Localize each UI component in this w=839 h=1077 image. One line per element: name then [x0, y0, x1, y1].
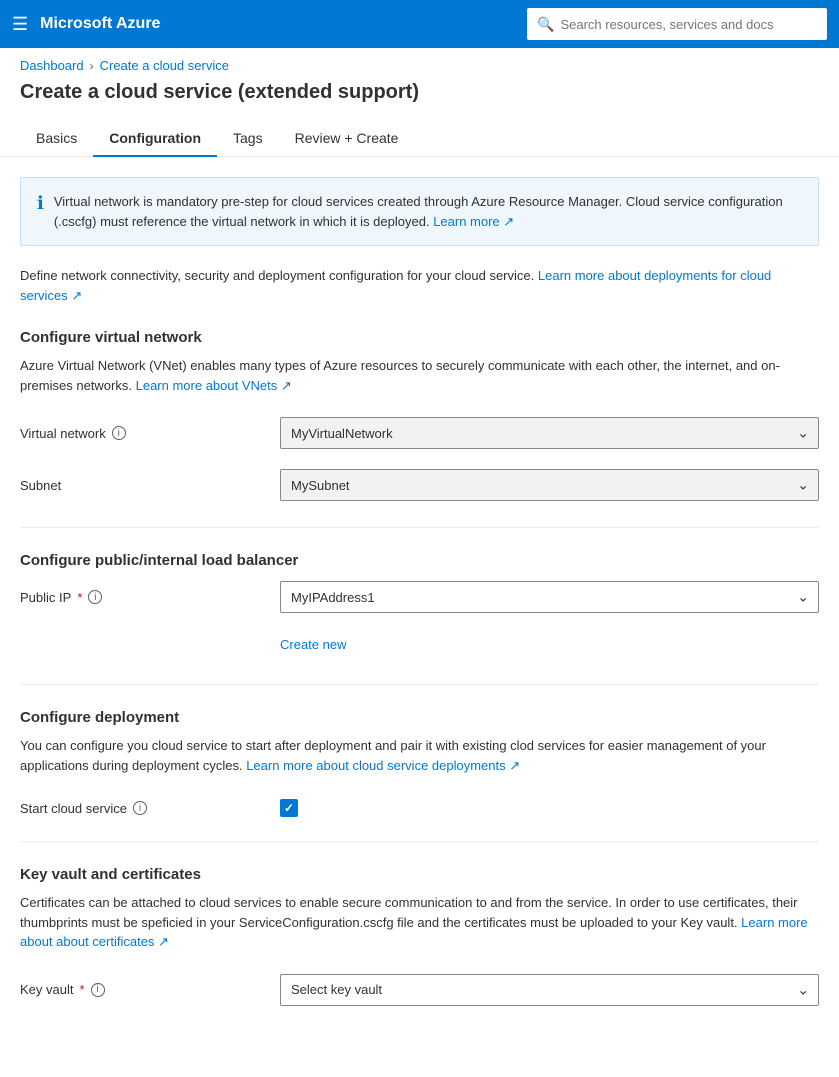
divider-3	[20, 841, 819, 842]
subnet-label: Subnet	[20, 478, 280, 493]
load-balancer-heading: Configure public/internal load balancer	[20, 552, 819, 569]
start-cloud-service-checkbox[interactable]	[280, 799, 298, 817]
tab-bar: Basics Configuration Tags Review + Creat…	[0, 120, 839, 157]
start-cloud-service-label: Start cloud service i	[20, 801, 280, 816]
key-vault-label: Key vault * i	[20, 982, 280, 997]
search-input[interactable]	[560, 17, 817, 32]
deployment-learn-more-link[interactable]: Learn more about cloud service deploymen…	[246, 758, 520, 773]
virtual-network-info-icon[interactable]: i	[112, 426, 126, 440]
divider-2	[20, 684, 819, 685]
breadcrumb: Dashboard › Create a cloud service	[0, 48, 839, 77]
vnet-learn-more-link[interactable]: Learn more about VNets ↗	[136, 378, 292, 393]
virtual-network-label: Virtual network i	[20, 426, 280, 441]
tab-review-create[interactable]: Review + Create	[279, 120, 415, 156]
deployment-desc: You can configure you cloud service to s…	[20, 736, 819, 775]
virtual-network-select[interactable]: MyVirtualNetwork	[280, 417, 819, 449]
virtual-network-control: MyVirtualNetwork	[280, 417, 819, 449]
hamburger-menu[interactable]: ☰	[12, 14, 28, 35]
search-icon: 🔍	[537, 16, 554, 33]
public-ip-info-icon[interactable]: i	[88, 590, 102, 604]
info-box-text: Virtual network is mandatory pre-step fo…	[54, 192, 802, 231]
info-box: ℹ Virtual network is mandatory pre-step …	[20, 177, 819, 246]
description-text: Define network connectivity, security an…	[20, 266, 819, 305]
virtual-network-row: Virtual network i MyVirtualNetwork	[20, 415, 819, 451]
breadcrumb-separator: ›	[90, 59, 94, 73]
breadcrumb-create-cloud-service[interactable]: Create a cloud service	[100, 58, 229, 73]
subnet-row: Subnet MySubnet	[20, 467, 819, 503]
breadcrumb-dashboard[interactable]: Dashboard	[20, 58, 84, 73]
key-vault-select[interactable]: Select key vault	[280, 974, 819, 1006]
subnet-control: MySubnet	[280, 469, 819, 501]
public-ip-required-star: *	[77, 590, 82, 605]
subnet-select-wrapper: MySubnet	[280, 469, 819, 501]
tab-tags[interactable]: Tags	[217, 120, 279, 156]
virtual-network-desc: Azure Virtual Network (VNet) enables man…	[20, 356, 819, 395]
top-nav: ☰ Microsoft Azure 🔍	[0, 0, 839, 48]
key-vault-heading: Key vault and certificates	[20, 866, 819, 883]
virtual-network-heading: Configure virtual network	[20, 329, 819, 346]
info-icon: ℹ	[37, 193, 44, 231]
page-title: Create a cloud service (extended support…	[0, 77, 839, 120]
subnet-select[interactable]: MySubnet	[280, 469, 819, 501]
deployment-heading: Configure deployment	[20, 709, 819, 726]
tab-basics[interactable]: Basics	[20, 120, 93, 156]
start-cloud-service-row: Start cloud service i	[20, 799, 819, 817]
key-vault-select-wrapper: Select key vault	[280, 974, 819, 1006]
key-vault-control: Select key vault	[280, 974, 819, 1006]
start-cloud-service-info-icon[interactable]: i	[133, 801, 147, 815]
create-new-link[interactable]: Create new	[280, 637, 346, 652]
content-area: ℹ Virtual network is mandatory pre-step …	[0, 157, 839, 1044]
public-ip-select[interactable]: MyIPAddress1	[280, 581, 819, 613]
tab-configuration[interactable]: Configuration	[93, 120, 217, 156]
divider-1	[20, 527, 819, 528]
key-vault-row: Key vault * i Select key vault	[20, 972, 819, 1008]
public-ip-row: Public IP * i MyIPAddress1	[20, 579, 819, 615]
public-ip-select-wrapper: MyIPAddress1	[280, 581, 819, 613]
public-ip-label: Public IP * i	[20, 590, 280, 605]
key-vault-required-star: *	[79, 982, 84, 997]
info-learn-more-link[interactable]: Learn more ↗	[433, 214, 514, 229]
key-vault-info-icon[interactable]: i	[91, 983, 105, 997]
public-ip-control: MyIPAddress1	[280, 581, 819, 613]
key-vault-desc: Certificates can be attached to cloud se…	[20, 893, 819, 952]
search-bar[interactable]: 🔍	[527, 8, 827, 40]
virtual-network-select-wrapper: MyVirtualNetwork	[280, 417, 819, 449]
app-title: Microsoft Azure	[40, 15, 515, 33]
